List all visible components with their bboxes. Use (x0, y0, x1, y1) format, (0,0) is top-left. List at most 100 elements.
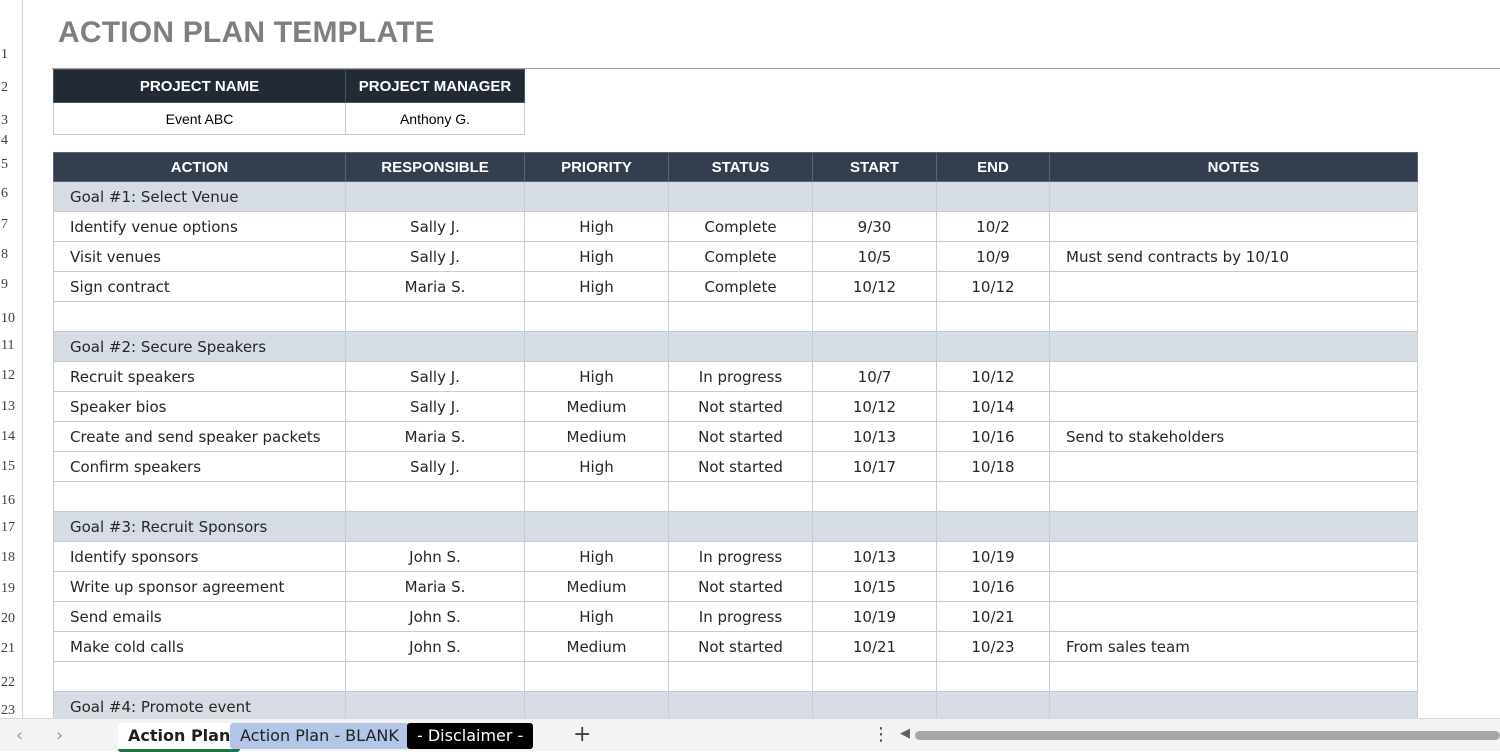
notes-cell[interactable] (1049, 331, 1418, 362)
status-cell[interactable] (668, 181, 813, 212)
priority-cell[interactable]: Medium (524, 391, 669, 422)
end-column-header[interactable]: END (936, 152, 1050, 182)
action-cell[interactable]: Confirm speakers (53, 451, 346, 482)
status-cell[interactable]: Complete (668, 211, 813, 242)
responsible-cell[interactable]: Maria S. (345, 271, 525, 302)
row-number[interactable]: 14 (0, 429, 23, 445)
next-sheet-icon[interactable]: › (56, 725, 63, 746)
row-number[interactable]: 12 (0, 368, 23, 384)
status-cell[interactable] (668, 481, 813, 512)
action-cell[interactable]: Send emails (53, 601, 346, 632)
row-number[interactable]: 18 (0, 550, 23, 566)
action-cell[interactable]: Make cold calls (53, 631, 346, 662)
action-cell[interactable]: Goal #3: Recruit Sponsors (53, 511, 346, 542)
priority-cell[interactable] (524, 301, 669, 332)
status-cell[interactable]: Complete (668, 271, 813, 302)
project-name-header[interactable]: PROJECT NAME (53, 69, 346, 103)
priority-cell[interactable]: High (524, 541, 669, 572)
responsible-cell[interactable]: Sally J. (345, 361, 525, 392)
responsible-cell[interactable]: Sally J. (345, 211, 525, 242)
notes-cell[interactable] (1049, 451, 1418, 482)
start-cell[interactable] (812, 181, 937, 212)
end-cell[interactable]: 10/2 (936, 211, 1050, 242)
action-cell[interactable]: Goal #2: Secure Speakers (53, 331, 346, 362)
notes-column-header[interactable]: NOTES (1049, 152, 1418, 182)
responsible-cell[interactable] (345, 661, 525, 692)
responsible-cell[interactable] (345, 691, 525, 722)
status-cell[interactable]: Not started (668, 391, 813, 422)
row-number[interactable]: 7 (0, 217, 23, 233)
responsible-cell[interactable]: Maria S. (345, 421, 525, 452)
end-cell[interactable]: 10/16 (936, 421, 1050, 452)
priority-cell[interactable]: High (524, 271, 669, 302)
start-cell[interactable] (812, 691, 937, 722)
action-cell[interactable]: Goal #4: Promote event (53, 691, 346, 722)
end-cell[interactable]: 10/23 (936, 631, 1050, 662)
priority-cell[interactable]: Medium (524, 421, 669, 452)
end-cell[interactable] (936, 301, 1050, 332)
priority-cell[interactable]: Medium (524, 631, 669, 662)
notes-cell[interactable] (1049, 541, 1418, 572)
end-cell[interactable]: 10/12 (936, 361, 1050, 392)
row-number[interactable]: 16 (0, 493, 23, 509)
end-cell[interactable]: 10/16 (936, 571, 1050, 602)
start-cell[interactable] (812, 511, 937, 542)
responsible-cell[interactable]: John S. (345, 541, 525, 572)
responsible-cell[interactable]: John S. (345, 631, 525, 662)
responsible-cell[interactable] (345, 511, 525, 542)
row-number[interactable]: 2 (0, 80, 23, 96)
start-cell[interactable]: 9/30 (812, 211, 937, 242)
notes-cell[interactable]: From sales team (1049, 631, 1418, 662)
start-cell[interactable]: 10/19 (812, 601, 937, 632)
end-cell[interactable]: 10/18 (936, 451, 1050, 482)
priority-column-header[interactable]: PRIORITY (524, 152, 669, 182)
tab-disclaimer[interactable]: - Disclaimer - (407, 723, 534, 749)
row-number[interactable]: 17 (0, 520, 23, 536)
priority-cell[interactable] (524, 181, 669, 212)
notes-cell[interactable] (1049, 391, 1418, 422)
notes-cell[interactable] (1049, 571, 1418, 602)
status-column-header[interactable]: STATUS (668, 152, 813, 182)
project-manager-cell[interactable]: Anthony G. (345, 102, 525, 135)
action-column-header[interactable]: ACTION (53, 152, 346, 182)
start-cell[interactable] (812, 481, 937, 512)
status-cell[interactable] (668, 511, 813, 542)
action-cell[interactable]: Sign contract (53, 271, 346, 302)
tab-action-plan[interactable]: Action Plan (118, 723, 241, 752)
row-number[interactable]: 13 (0, 399, 23, 415)
end-cell[interactable]: 10/21 (936, 601, 1050, 632)
status-cell[interactable]: In progress (668, 541, 813, 572)
action-cell[interactable]: Goal #1: Select Venue (53, 181, 346, 212)
start-cell[interactable]: 10/12 (812, 391, 937, 422)
action-cell[interactable] (53, 481, 346, 512)
start-cell[interactable]: 10/12 (812, 271, 937, 302)
row-number[interactable]: 1 (0, 47, 23, 63)
row-number[interactable]: 21 (0, 641, 23, 657)
status-cell[interactable]: Not started (668, 451, 813, 482)
status-cell[interactable]: Not started (668, 571, 813, 602)
row-number[interactable]: 15 (0, 459, 23, 475)
status-cell[interactable]: In progress (668, 361, 813, 392)
row-number[interactable]: 3 (0, 113, 23, 129)
start-cell[interactable] (812, 661, 937, 692)
action-cell[interactable]: Identify sponsors (53, 541, 346, 572)
notes-cell[interactable] (1049, 691, 1418, 722)
more-options-icon[interactable]: ⋮ (872, 724, 890, 745)
end-cell[interactable] (936, 691, 1050, 722)
action-cell[interactable]: Create and send speaker packets (53, 421, 346, 452)
row-number[interactable]: 11 (0, 338, 23, 354)
end-cell[interactable]: 10/12 (936, 271, 1050, 302)
notes-cell[interactable] (1049, 361, 1418, 392)
action-cell[interactable]: Visit venues (53, 241, 346, 272)
start-cell[interactable]: 10/15 (812, 571, 937, 602)
start-cell[interactable] (812, 331, 937, 362)
row-number[interactable]: 20 (0, 611, 23, 627)
responsible-cell[interactable] (345, 181, 525, 212)
row-number[interactable]: 19 (0, 581, 23, 597)
end-cell[interactable]: 10/9 (936, 241, 1050, 272)
status-cell[interactable] (668, 661, 813, 692)
priority-cell[interactable]: High (524, 211, 669, 242)
notes-cell[interactable] (1049, 481, 1418, 512)
row-number[interactable]: 6 (0, 186, 23, 202)
notes-cell[interactable]: Send to stakeholders (1049, 421, 1418, 452)
